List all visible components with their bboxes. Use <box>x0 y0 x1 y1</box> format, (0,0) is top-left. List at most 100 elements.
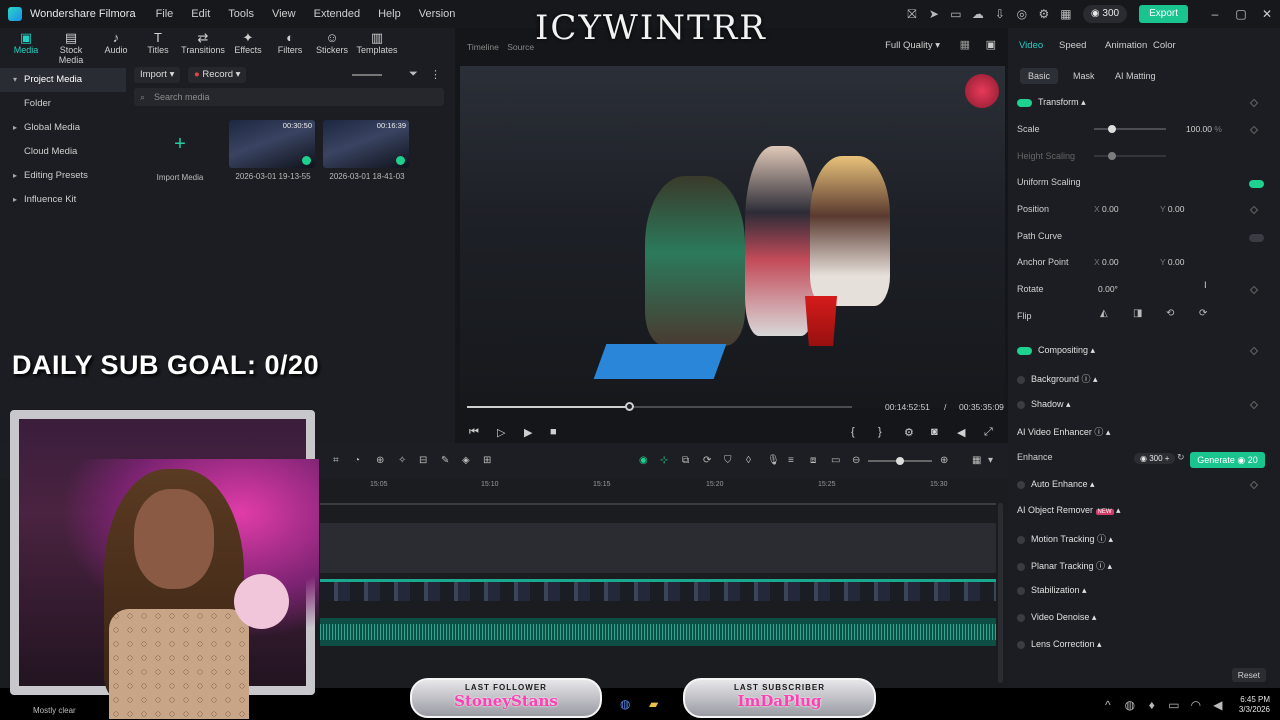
preview-scrubber[interactable] <box>467 402 852 411</box>
media-clip[interactable]: 00:30:50 2026-03-01 19-13-55 <box>229 120 317 181</box>
reset-button[interactable]: Reset <box>1231 668 1266 682</box>
speed-icon[interactable]: ◔ <box>354 455 360 466</box>
mark-out-icon[interactable]: } <box>878 426 882 438</box>
auto-ripple-icon[interactable]: ⟳ <box>703 455 711 466</box>
scale-slider[interactable] <box>1094 125 1166 133</box>
keyframe-icon[interactable] <box>1249 285 1259 295</box>
keyframe-icon[interactable] <box>1249 98 1259 108</box>
credits-badge[interactable]: ◉ 300 <box>1082 5 1128 23</box>
import-media-tile[interactable]: + <box>136 120 224 168</box>
menu-file[interactable]: File <box>156 8 174 20</box>
clock[interactable]: 6:45 PM 3/3/2026 <box>1239 695 1270 715</box>
tab-source[interactable]: Source <box>507 42 534 52</box>
planar-tracking-section[interactable]: Planar Tracking ⓘ ▴ <box>1017 559 1112 572</box>
stabilization-section[interactable]: Stabilization ▴ <box>1017 585 1087 596</box>
zoom-tool-icon[interactable]: ⊕ <box>376 455 384 466</box>
keyframe-icon[interactable] <box>1249 346 1259 356</box>
compositing-toggle[interactable] <box>1017 346 1032 355</box>
speaker-icon[interactable]: ◀ <box>1211 698 1225 712</box>
folder-icon[interactable]: ▰ <box>649 697 658 711</box>
fullscreen-icon[interactable]: ⤢ <box>984 426 993 439</box>
planar-tracking-toggle[interactable] <box>1017 562 1025 571</box>
video-preview[interactable] <box>460 66 1005 408</box>
lens-correction-section[interactable]: Lens Correction ▴ <box>1017 639 1102 650</box>
keyframe-icon[interactable] <box>1249 480 1259 490</box>
flip-horizontal-icon[interactable]: ◨ <box>1133 308 1142 319</box>
keyframe-icon[interactable] <box>1249 205 1259 215</box>
sidebar-item-editing-presets[interactable]: ▸ Editing Presets <box>0 164 126 188</box>
subtab-ai-matting[interactable]: AI Matting <box>1107 68 1164 84</box>
zoom-out-icon[interactable]: ⊖ <box>852 455 860 466</box>
split-view-icon[interactable]: ▦ <box>960 38 970 51</box>
play-reverse-icon[interactable]: ▷ <box>497 426 505 439</box>
tab-stickers[interactable]: ☺ Stickers <box>312 28 352 62</box>
scale-value[interactable]: 100.00 % <box>1186 124 1222 134</box>
play-icon[interactable]: ▶ <box>524 426 532 439</box>
more-tools-icon[interactable]: ⊞ <box>483 455 491 466</box>
transform-section[interactable]: Transform ▴ <box>1017 97 1086 108</box>
ai-video-enhancer-section[interactable]: AI Video Enhancer ⓘ ▴ <box>1017 425 1110 438</box>
settings-icon[interactable]: ⚙ <box>1037 7 1051 21</box>
auto-enhance-toggle[interactable] <box>1017 480 1025 489</box>
wifi-icon[interactable]: ◠ <box>1189 698 1203 712</box>
grid-icon[interactable]: ▦ <box>1059 7 1073 21</box>
ai-object-remover-section[interactable]: AI Object Remover NEW ▴ <box>1017 505 1121 516</box>
mark-in-icon[interactable]: { <box>851 426 855 438</box>
background-toggle[interactable] <box>1017 375 1025 384</box>
timeline-ruler[interactable]: 15:05 15:10 15:15 15:20 15:25 15:30 <box>320 479 1000 493</box>
snapshot-icon[interactable]: ▣ <box>986 38 996 51</box>
audio-clip-track[interactable] <box>320 618 996 646</box>
quality-dropdown[interactable]: Full Quality ▾ <box>885 40 940 51</box>
keyframe-icon[interactable] <box>1249 125 1259 135</box>
microphone-icon[interactable]: 🎙 <box>767 455 780 466</box>
chevron-down-icon[interactable]: ▾ <box>988 455 993 466</box>
audio-mixer-icon[interactable]: ≡ <box>788 455 794 466</box>
maximize-icon[interactable]: ▢ <box>1228 7 1254 21</box>
background-section[interactable]: Background ⓘ ▴ <box>1017 372 1098 385</box>
video-clip-track[interactable] <box>320 579 996 601</box>
render-icon[interactable]: ⚙ <box>904 426 914 439</box>
sidebar-item-influence-kit[interactable]: ▸ Influence Kit <box>0 188 126 212</box>
snap-icon[interactable]: ⊹ <box>660 455 668 466</box>
menu-extended[interactable]: Extended <box>314 8 360 20</box>
uniform-scaling-toggle[interactable] <box>1249 178 1270 190</box>
download-icon[interactable]: ⇩ <box>993 7 1007 21</box>
gift-icon[interactable]: ⛝ <box>905 7 919 21</box>
import-button[interactable]: Import ▾ <box>134 67 181 83</box>
sidebar-item-cloud-media[interactable]: Cloud Media <box>0 140 126 164</box>
video-denoise-section[interactable]: Video Denoise ▴ <box>1017 612 1096 623</box>
menu-help[interactable]: Help <box>378 8 401 20</box>
ai-tool-icon[interactable]: ✧ <box>398 455 406 466</box>
tab-stock-media[interactable]: ▤ Stock Media <box>48 28 94 66</box>
auto-enhance-section[interactable]: Auto Enhance ▴ <box>1017 479 1095 490</box>
timeline-scrollbar[interactable] <box>998 503 1003 683</box>
keyframe-icon[interactable] <box>1249 400 1259 410</box>
monitor-icon[interactable]: ▭ <box>1167 698 1181 712</box>
tab-templates[interactable]: ▥ Templates <box>354 28 400 62</box>
tab-transitions[interactable]: ⇄ Transitions <box>180 28 226 62</box>
rotate-dial-icon[interactable]: Ⅰ <box>1204 280 1207 291</box>
more-options-icon[interactable]: ⋮ <box>430 68 441 81</box>
headset-icon[interactable]: ◎ <box>1015 7 1029 21</box>
subtab-basic[interactable]: Basic <box>1020 68 1059 84</box>
edit-icon[interactable]: ✎ <box>441 455 449 466</box>
menu-edit[interactable]: Edit <box>191 8 210 20</box>
send-icon[interactable]: ➤ <box>927 7 941 21</box>
slider-handle[interactable] <box>896 457 904 465</box>
picture-in-picture-icon[interactable]: ▭ <box>831 455 840 466</box>
rotate-right-icon[interactable]: ⟳ <box>1199 308 1207 319</box>
minimize-icon[interactable]: – <box>1202 7 1228 21</box>
anchor-x-field[interactable]: X 0.00 <box>1094 257 1119 267</box>
weather-widget[interactable]: Mostly clear <box>33 706 76 715</box>
stabilization-toggle[interactable] <box>1017 586 1025 595</box>
refresh-icon[interactable]: ↻ <box>1177 452 1185 463</box>
tab-filters[interactable]: ◐ Filters <box>270 28 310 62</box>
screen-icon[interactable]: ▭ <box>949 7 963 21</box>
close-icon[interactable]: ✕ <box>1254 7 1280 21</box>
render-preview-icon[interactable]: ⧉ <box>682 455 689 466</box>
cloud-icon[interactable]: ☁ <box>971 7 985 21</box>
timeline-zoom-slider[interactable] <box>868 457 932 465</box>
chevron-up-icon[interactable]: ^ <box>1101 698 1115 712</box>
sidebar-item-folder[interactable]: Folder <box>0 92 126 116</box>
subtab-mask[interactable]: Mask <box>1065 68 1103 84</box>
